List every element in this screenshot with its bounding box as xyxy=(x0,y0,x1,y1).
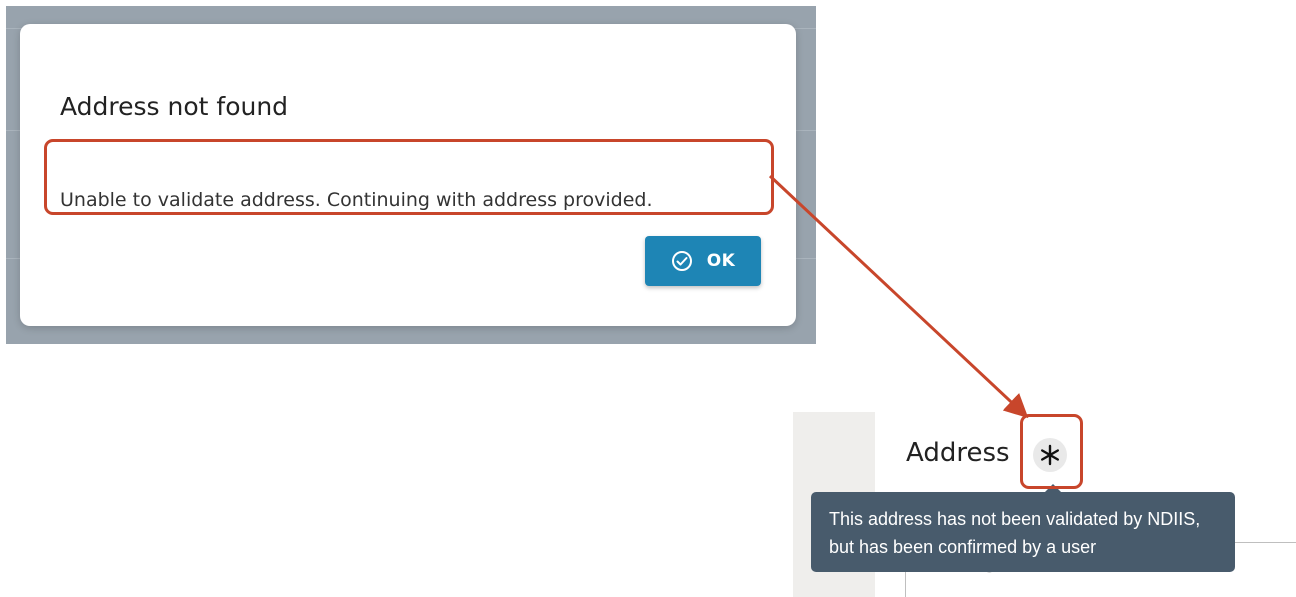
annotation-arrow xyxy=(768,174,1029,419)
